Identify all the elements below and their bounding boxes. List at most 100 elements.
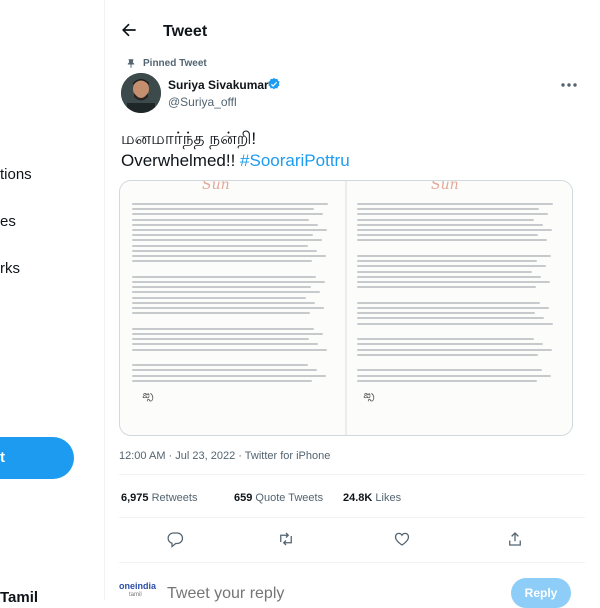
letter-text-line <box>132 218 309 221</box>
tweet-timestamp[interactable]: 12:00 AM · Jul 23, 2022 · Twitter for iP… <box>119 450 330 462</box>
sidebar-item-label: tions <box>0 166 32 183</box>
letter-english-page: Sun ఙ్స <box>347 181 572 435</box>
letter-text-line <box>357 374 551 377</box>
letter-text-line <box>132 333 323 335</box>
letter-text-line <box>132 379 312 382</box>
letter-text-line <box>132 307 324 309</box>
letter-text-line <box>357 353 538 356</box>
tweet-text: மனமார்ந்த நன்றி! Overwhelmed!! #SoorariP… <box>121 128 350 172</box>
reply-composer: oneindia tamil Reply <box>105 572 600 608</box>
letter-text-line <box>132 286 311 289</box>
letter-text-line <box>357 369 542 372</box>
tweet-media-image[interactable]: Sun ఙ్స Sun ఙ్స <box>119 180 573 436</box>
letter-tamil-page: Sun ఙ్స <box>120 181 344 435</box>
letter-text-line <box>357 322 553 325</box>
letter-text-line <box>132 296 306 299</box>
letter-text-line <box>357 208 539 211</box>
reply-avatar-logo: oneindia tamil <box>119 581 159 601</box>
sidebar-item-label: rks <box>0 260 20 277</box>
tweet-text-line1: மனமார்ந்த நன்றி! <box>121 129 257 148</box>
share-icon[interactable] <box>506 530 524 548</box>
retweet-icon[interactable] <box>277 530 295 548</box>
letter-text-line <box>357 343 543 346</box>
letter-text-line <box>357 275 541 278</box>
more-icon[interactable] <box>560 82 578 88</box>
letter-text-line <box>132 291 320 294</box>
compose-tweet-label: t <box>0 449 5 466</box>
pinned-text: Pinned Tweet <box>143 58 207 69</box>
letter-text-line <box>357 239 547 242</box>
letter-text-line <box>357 265 546 268</box>
letter-text-line <box>132 255 326 257</box>
reply-input[interactable] <box>167 585 487 603</box>
letter-text-line <box>357 270 532 273</box>
letter-text-line <box>132 369 317 372</box>
page-title: Tweet <box>163 23 208 40</box>
logo-subtext: tamil <box>129 592 142 598</box>
letter-text-line <box>132 244 308 247</box>
letter-text-line <box>357 223 543 226</box>
quotes-stat[interactable]: 659 Quote Tweets <box>234 492 323 504</box>
letter-text-line <box>132 260 312 263</box>
hashtag-link[interactable]: #SoorariPottru <box>240 151 350 170</box>
divider <box>119 562 585 563</box>
letter-text-line <box>132 239 322 242</box>
letter-text-line <box>357 229 552 231</box>
author-handle[interactable]: @Suriya_offl <box>168 95 237 109</box>
letter-text-line <box>132 312 310 315</box>
account-name: Tamil <box>0 589 39 606</box>
letter-text-line <box>132 234 313 237</box>
sidebar-item-label: es <box>0 213 16 230</box>
letter-text-line <box>357 260 537 263</box>
letter-text-line <box>132 348 327 351</box>
letter-text-line <box>357 317 544 320</box>
letter-text-line <box>357 379 537 382</box>
signature-image: ఙ్స <box>363 390 375 401</box>
likes-stat[interactable]: 24.8K Likes <box>343 492 401 504</box>
letter-text-line <box>357 213 548 216</box>
pin-icon <box>127 59 135 68</box>
tweet-text-plain: Overwhelmed!! <box>121 151 241 170</box>
retweets-stat[interactable]: 6,975 Retweets <box>121 492 197 504</box>
letter-text-line <box>132 374 326 377</box>
letter-text-line <box>357 348 552 351</box>
quotes-label: Quote Tweets <box>252 492 324 504</box>
compose-tweet-button[interactable]: t <box>0 437 74 479</box>
like-icon[interactable] <box>393 530 411 548</box>
letter-text-line <box>357 203 553 205</box>
sidebar-item-messages[interactable]: es <box>0 213 16 230</box>
letter-text-line <box>357 307 549 309</box>
sidebar-item-notifications[interactable]: tions <box>0 166 32 183</box>
letter-text-line <box>132 223 318 226</box>
tweet-text-line2: Overwhelmed!! #SoorariPottru <box>121 150 350 172</box>
page-header: Tweet <box>105 0 600 60</box>
avatar-photo-icon <box>121 73 161 113</box>
divider <box>119 517 585 518</box>
letter-text-line <box>132 343 318 346</box>
letter-text-line <box>132 327 314 330</box>
letterhead-logo: Sun <box>202 180 230 193</box>
reply-icon[interactable] <box>166 530 184 548</box>
avatar[interactable] <box>121 73 161 113</box>
letter-text-line <box>132 213 323 216</box>
retweets-label: Retweets <box>148 492 198 504</box>
reply-button[interactable]: Reply <box>511 578 571 608</box>
letter-text-line <box>357 281 550 283</box>
likes-label: Likes <box>372 492 402 504</box>
letter-text-line <box>132 229 327 231</box>
letter-text-line <box>132 275 316 278</box>
letter-text-line <box>357 338 534 341</box>
likes-count: 24.8K <box>343 492 373 504</box>
letter-text-line <box>357 301 540 304</box>
letter-text-line <box>357 286 536 289</box>
author-name[interactable]: Suriya Sivakumar <box>168 78 269 92</box>
account-switcher[interactable]: Tamil <box>0 589 38 606</box>
divider <box>119 474 585 475</box>
letter-text-line <box>132 203 328 205</box>
letter-text-line <box>132 301 315 304</box>
sidebar: tions es rks t Tamil <box>0 0 104 606</box>
letter-text-line <box>357 312 535 315</box>
letter-text-line <box>132 281 325 283</box>
back-arrow-icon[interactable] <box>119 20 139 40</box>
sidebar-item-bookmarks[interactable]: rks <box>0 260 20 277</box>
